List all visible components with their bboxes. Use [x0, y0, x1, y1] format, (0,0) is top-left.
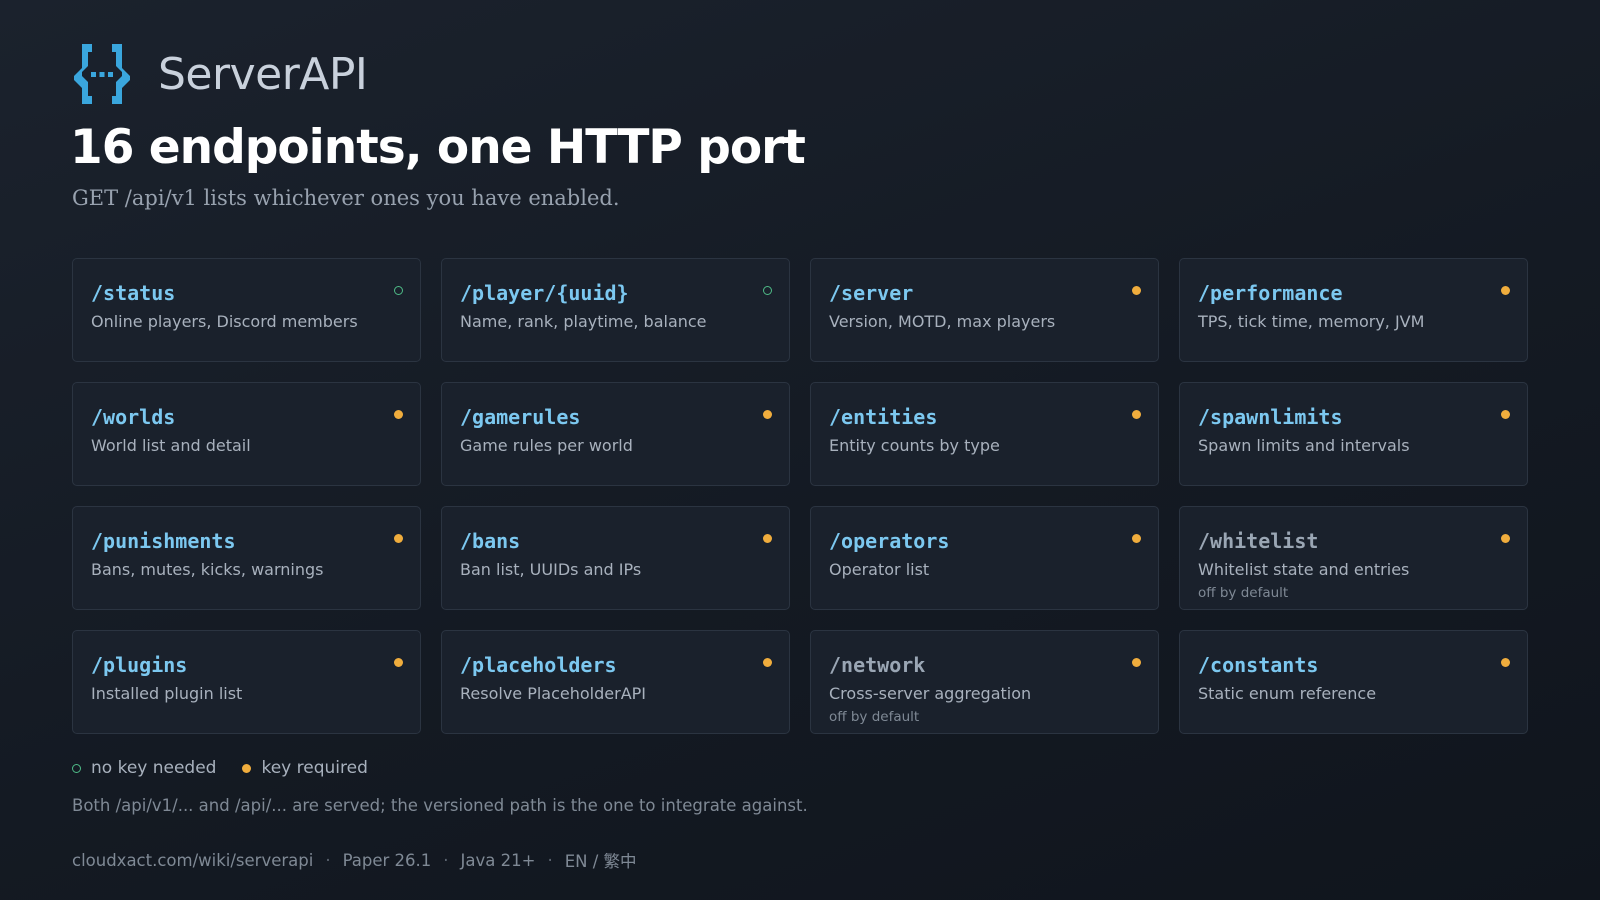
endpoint-path: /punishments: [91, 529, 236, 553]
key-required-indicator-icon: [1501, 534, 1510, 543]
endpoint-card[interactable]: /performance TPS, tick time, memory, JVM: [1179, 258, 1528, 362]
endpoint-description: Resolve PlaceholderAPI: [460, 684, 647, 703]
key-required-indicator-icon: [394, 410, 403, 419]
endpoint-path: /bans: [460, 529, 521, 553]
key-required-indicator-icon: [1501, 658, 1510, 667]
endpoint-card[interactable]: /network Cross-server aggregation off by d…: [810, 630, 1159, 734]
wiki-link[interactable]: cloudxact.com/wiki/serverapi: [72, 851, 313, 870]
endpoint-description: TPS, tick time, memory, JVM: [1198, 312, 1425, 331]
endpoint-description: Online players, Discord members: [91, 312, 358, 331]
platform-label: Paper 26.1: [342, 850, 432, 870]
endpoint-path: /plugins: [91, 653, 188, 677]
endpoint-path: /status: [91, 281, 176, 305]
endpoint-card[interactable]: /constants Static enum reference: [1179, 630, 1528, 734]
legend-item-no-key: no key needed: [72, 758, 216, 778]
key-required-indicator-icon: [1132, 286, 1141, 295]
no-key-indicator-icon: [394, 286, 403, 295]
endpoint-description: Version, MOTD, max players: [829, 312, 1056, 331]
key-required-indicator-icon: [242, 763, 252, 773]
key-required-indicator-icon: [1501, 286, 1510, 295]
endpoint-path: /gamerules: [460, 405, 581, 429]
legend-item-key-required: key required: [242, 758, 368, 778]
endpoint-card[interactable]: /operators Operator list: [810, 506, 1159, 610]
endpoint-path: /constants: [1198, 653, 1319, 677]
endpoint-description: Game rules per world: [460, 436, 633, 455]
endpoint-path: /worlds: [91, 405, 176, 429]
app-name: ServerAPI: [158, 48, 368, 100]
endpoint-path: /player/{uuid}: [460, 281, 629, 305]
endpoint-description: Ban list, UUIDs and IPs: [460, 560, 642, 579]
endpoint-description: Spawn limits and intervals: [1198, 436, 1410, 455]
footer-separator: ·: [547, 850, 553, 870]
endpoint-card[interactable]: /whitelist Whitelist state and entries off…: [1179, 506, 1528, 610]
key-required-indicator-icon: [1501, 410, 1510, 419]
key-required-indicator-icon: [763, 410, 772, 419]
language-switch[interactable]: EN / 繁中: [565, 848, 637, 872]
endpoint-description: Whitelist state and entries: [1198, 560, 1410, 579]
endpoint-card[interactable]: /spawnlimits Spawn limits and intervals: [1179, 382, 1528, 486]
key-required-indicator-icon: [763, 534, 772, 543]
footnote: Both /api/v1/... and /api/... are served…: [72, 796, 808, 815]
endpoint-card[interactable]: /punishments Bans, mutes, kicks, warnings: [72, 506, 421, 610]
endpoint-card[interactable]: /worlds World list and detail: [72, 382, 421, 486]
footer-separator: ·: [443, 850, 449, 870]
key-required-indicator-icon: [394, 658, 403, 667]
legend-label-key-required: key required: [261, 758, 368, 778]
java-label: Java 21+: [460, 850, 536, 870]
footer: cloudxact.com/wiki/serverapi · Paper 26.…: [72, 848, 637, 872]
endpoint-description: Installed plugin list: [91, 684, 243, 703]
endpoint-description: Bans, mutes, kicks, warnings: [91, 560, 324, 579]
key-required-indicator-icon: [394, 534, 403, 543]
endpoint-default-note: off by default: [1198, 585, 1289, 601]
no-key-indicator-icon: [72, 763, 81, 773]
endpoint-path: /spawnlimits: [1198, 405, 1343, 429]
endpoint-card[interactable]: /entities Entity counts by type: [810, 382, 1159, 486]
endpoint-description: Entity counts by type: [829, 436, 1000, 455]
endpoint-default-note: off by default: [829, 709, 920, 725]
endpoint-card[interactable]: /gamerules Game rules per world: [441, 382, 790, 486]
endpoint-path: /entities: [829, 405, 938, 429]
endpoint-card[interactable]: /player/{uuid} Name, rank, playtime, bala…: [441, 258, 790, 362]
braces-ellipsis-icon: [74, 44, 130, 104]
key-required-indicator-icon: [1132, 534, 1141, 543]
page-subtitle: GET /api/v1 lists whichever ones you hav…: [72, 186, 620, 210]
endpoint-card[interactable]: /bans Ban list, UUIDs and IPs: [441, 506, 790, 610]
endpoint-path: /whitelist: [1198, 529, 1319, 553]
endpoint-description: Cross-server aggregation: [829, 684, 1032, 703]
endpoint-description: Name, rank, playtime, balance: [460, 312, 707, 331]
endpoint-path: /operators: [829, 529, 950, 553]
endpoint-description: Static enum reference: [1198, 684, 1377, 703]
page-title: 16 endpoints, one HTTP port: [70, 120, 806, 175]
endpoint-path: /performance: [1198, 281, 1343, 305]
legend: no key needed key required: [72, 758, 368, 778]
endpoint-path: /network: [829, 653, 926, 677]
endpoint-grid: /status Online players, Discord members/p…: [72, 258, 1529, 734]
endpoint-path: /placeholders: [460, 653, 617, 677]
no-key-indicator-icon: [763, 286, 772, 295]
key-required-indicator-icon: [1132, 410, 1141, 419]
endpoint-card[interactable]: /server Version, MOTD, max players: [810, 258, 1159, 362]
endpoint-path: /server: [829, 281, 914, 305]
endpoint-description: Operator list: [829, 560, 930, 579]
legend-label-no-key: no key needed: [91, 758, 217, 778]
endpoint-card[interactable]: /plugins Installed plugin list: [72, 630, 421, 734]
endpoint-card[interactable]: /status Online players, Discord members: [72, 258, 421, 362]
endpoint-description: World list and detail: [91, 436, 251, 455]
header: ServerAPI: [72, 42, 368, 106]
key-required-indicator-icon: [1132, 658, 1141, 667]
key-required-indicator-icon: [763, 658, 772, 667]
footer-separator: ·: [325, 850, 331, 870]
endpoint-card[interactable]: /placeholders Resolve PlaceholderAPI: [441, 630, 790, 734]
